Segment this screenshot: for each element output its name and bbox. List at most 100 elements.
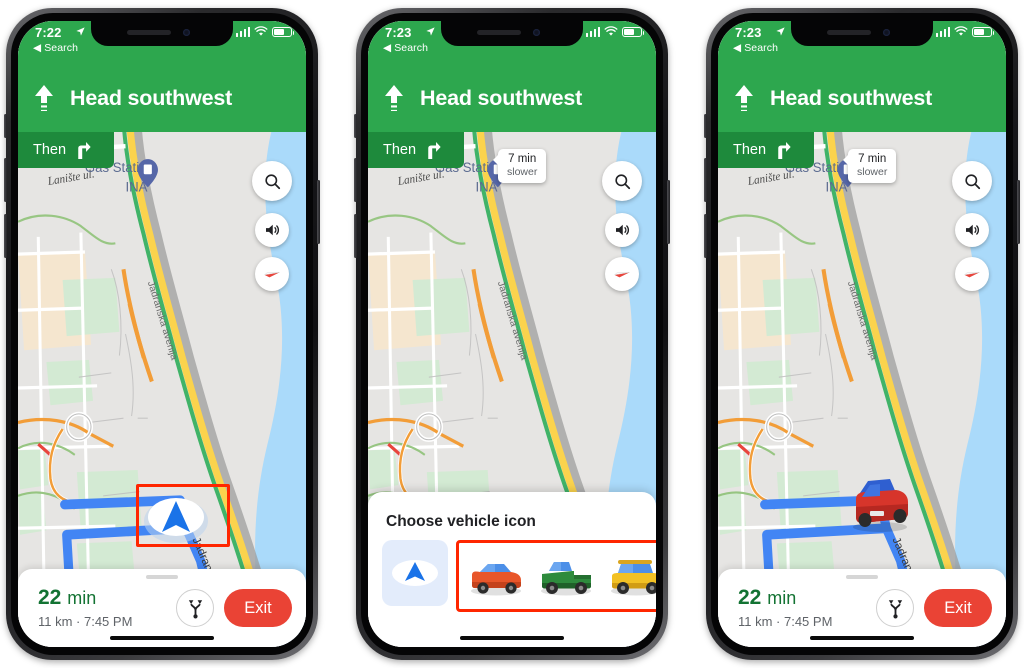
straight-arrow-icon [18,84,70,114]
back-to-search-link[interactable]: ◀ Search [383,42,428,54]
route-alternatives-icon [888,599,902,618]
phone-2-screen: Lanište ul. Gas Station INA Jadranska av… [368,21,656,647]
search-button[interactable] [952,161,992,201]
exit-button[interactable]: Exit [924,589,992,627]
slower-chip-time: 7 min [508,153,537,165]
navigation-header: Head southwest [718,65,1006,132]
status-time: 7:23 [735,25,762,40]
eta-detail: 11 km · 7:45 PM [738,614,833,629]
route-alternatives-icon [188,599,202,618]
green-pickup-icon [541,562,591,596]
device-notch [441,21,583,46]
search-icon [264,173,280,189]
volume-button[interactable] [255,213,289,247]
straight-arrow-icon [718,84,770,114]
back-to-search-link[interactable]: ◀ Search [33,42,78,54]
green-pickup-option[interactable] [533,546,599,606]
vehicle-icon-sheet: Choose vehicle icon [368,492,656,647]
screenshot-canvas: Lanište ul. Gas Station INA Jadranska av… [0,0,1024,668]
slower-chip-time: 7 min [858,153,887,165]
device-notch [791,21,933,46]
then-banner: Then [368,132,464,168]
phone-2: Lanište ul. Gas Station INA Jadranska av… [354,8,670,660]
device-notch [91,21,233,46]
status-time: 7:22 [35,25,62,40]
arrow-option[interactable] [382,540,448,606]
status-indicators [585,26,645,37]
then-label: Then [733,142,767,158]
battery-icon [972,27,995,37]
yellow-suv-option[interactable] [603,546,656,606]
location-arrow-icon [776,27,785,36]
volume-button[interactable] [955,213,989,247]
eta-minutes-unit: min [767,588,797,608]
then-label: Then [383,142,417,158]
navigation-arrow-marker[interactable] [143,489,209,549]
red-sedan-option[interactable] [463,546,529,606]
phone-bezel: Lanište ul. Gas Station INA Jadranska av… [361,13,663,655]
front-camera [883,29,890,36]
phone-1-screen: Lanište ul. Gas Station INA Jadranska av… [18,21,306,647]
status-time: 7:23 [385,25,412,40]
turn-right-icon [78,141,91,159]
yellow-suv-icon [611,560,656,596]
eta-duration: 22 min [738,586,796,610]
phone-bezel: Lanište ul. Gas Station INA Jadranska av… [11,13,313,655]
volume-button[interactable] [605,213,639,247]
cellular-bars-icon [935,27,950,37]
phone-3: Lanište ul. Gas Station INA Jadranska av… [704,8,1020,660]
compass-button[interactable] [605,257,639,291]
sheet-grabber[interactable] [846,575,878,579]
speaker-icon [266,224,279,236]
slower-chip-label: slower [857,166,888,179]
battery-icon [272,27,295,37]
compass-icon [963,272,980,278]
sheet-title: Choose vehicle icon [386,513,536,530]
home-indicator[interactable] [460,636,564,640]
location-arrow-icon [426,27,435,36]
earpiece-speaker [127,30,171,35]
navigation-instruction: Head southwest [770,86,933,110]
cellular-bars-icon [235,27,250,37]
compass-button[interactable] [955,257,989,291]
wifi-icon [254,26,268,36]
back-to-search-link[interactable]: ◀ Search [733,42,778,54]
phone-1: Lanište ul. Gas Station INA Jadranska av… [4,8,320,660]
wifi-icon [954,26,968,36]
home-indicator[interactable] [110,636,214,640]
red-car-marker[interactable] [840,473,914,535]
phone-bezel: Lanište ul. Gas Station INA Jadranska av… [711,13,1013,655]
route-alternatives-button[interactable] [176,589,214,627]
red-car-icon [471,564,521,596]
slower-route-chip[interactable]: 7 min slower [842,149,897,184]
sheet-grabber[interactable] [146,575,178,579]
search-icon [614,173,630,189]
slower-route-chip[interactable]: 7 min slower [492,149,547,184]
earpiece-speaker [827,30,871,35]
route-alternatives-button[interactable] [876,589,914,627]
eta-minutes: 22 [38,586,62,609]
speaker-icon [966,224,979,236]
compass-button[interactable] [255,257,289,291]
eta-minutes-unit: min [67,588,97,608]
search-button[interactable] [252,161,292,201]
vehicle-icon-row [456,540,656,612]
speaker-icon [616,224,629,236]
exit-button[interactable]: Exit [224,589,292,627]
turn-right-icon [778,141,791,159]
navigation-header: Head southwest [18,65,306,132]
location-arrow-icon [76,27,85,36]
slower-chip-label: slower [507,166,538,179]
vehicle-options [382,540,656,612]
wifi-icon [604,26,618,36]
blue-navigation-arrow-icon [392,560,438,586]
compass-icon [263,272,280,278]
navigation-instruction: Head southwest [420,86,583,110]
compass-icon [613,272,630,278]
home-indicator[interactable] [810,636,914,640]
eta-duration: 22 min [38,586,96,610]
search-button[interactable] [602,161,642,201]
then-label: Then [33,142,67,158]
battery-icon [622,27,645,37]
straight-arrow-icon [368,84,420,114]
